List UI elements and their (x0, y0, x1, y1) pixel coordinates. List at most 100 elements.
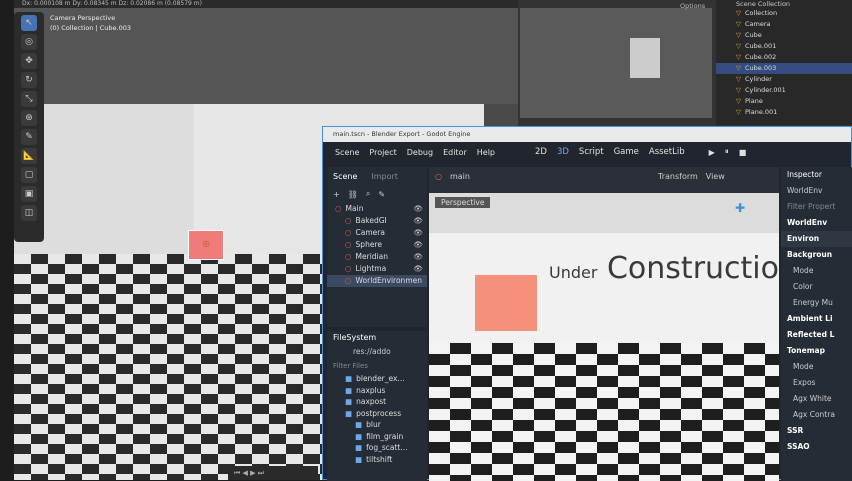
godot-viewport[interactable]: ○ main Transform View Under Construction… (429, 167, 779, 481)
stop-icon[interactable]: ■ (739, 148, 747, 157)
search-icon[interactable]: ⌕ (366, 189, 370, 199)
inspector-resource[interactable]: WorldEnv (781, 215, 852, 231)
menu-project[interactable]: Project (369, 148, 396, 157)
filesystem-item[interactable]: ■ postprocess (327, 408, 427, 420)
options-menu[interactable]: Options (680, 2, 705, 10)
inspector-property[interactable]: Backgroun (781, 247, 852, 263)
filesystem-item-label: blur (366, 420, 381, 429)
extrude-tool-icon[interactable]: ▣ (21, 186, 37, 202)
inspector-property[interactable]: Reflected L (781, 327, 852, 343)
workspace-3d[interactable]: 3D (557, 147, 569, 157)
move-tool-icon[interactable]: ✥ (21, 53, 37, 69)
inspector-property[interactable]: Ambient Li (781, 311, 852, 327)
annotate-tool-icon[interactable]: ✎ (21, 129, 37, 145)
outliner-item[interactable]: ▽ Collection (716, 8, 852, 19)
visibility-icon[interactable]: 👁 (413, 215, 427, 227)
path-field[interactable]: res://addo (327, 345, 427, 359)
visibility-icon[interactable]: 👁 (413, 263, 427, 275)
workspace-script[interactable]: Script (579, 147, 604, 157)
scene-tree-item[interactable]: ○ Lightma 👁 (327, 263, 427, 275)
inspector-property[interactable]: SSR (781, 423, 852, 439)
outliner-item[interactable]: ▽ Cube.002 (716, 52, 852, 63)
scene-tree-item[interactable]: ○ BakedGI 👁 (327, 215, 427, 227)
timeline-controls[interactable]: ⏮ ◀ ▶ ⏭ (228, 466, 318, 480)
link-icon[interactable]: ⛓ (348, 190, 358, 199)
inspector-property[interactable]: Tonemap (781, 343, 852, 359)
inspector-property[interactable]: Energy Mu (781, 295, 852, 311)
mini-wall (630, 38, 660, 78)
inspector-node: WorldEnv (787, 186, 823, 195)
outliner-item[interactable]: ▽ Cube.003 (716, 63, 852, 74)
menu-debug[interactable]: Debug (407, 148, 433, 157)
filesystem-item[interactable]: ■ film_grain (327, 431, 427, 443)
filesystem-item[interactable]: ■ tiltshift (327, 454, 427, 466)
play-icon[interactable]: ▶ (709, 148, 715, 157)
inspector-property[interactable]: SSAO (781, 439, 852, 455)
scene-tree-item[interactable]: ○ Camera 👁 (327, 227, 427, 239)
filesystem-item[interactable]: ■ blender_ex... (327, 373, 427, 385)
tab-import[interactable]: Import (371, 172, 398, 181)
menu-editor[interactable]: Editor (443, 148, 467, 157)
menu-scene[interactable]: Scene (335, 148, 359, 157)
filesystem-item[interactable]: ■ blur (327, 419, 427, 431)
filesystem-item[interactable]: ■ fog_scatt... (327, 442, 427, 454)
perspective-label[interactable]: Perspective (435, 197, 491, 208)
inspector-title[interactable]: Inspector (781, 167, 852, 183)
scene-tree-item[interactable]: ○ Main 👁 (327, 203, 427, 215)
axis-gizmo-icon[interactable]: ✚ (735, 201, 745, 215)
node-icon: ○ (345, 240, 352, 249)
inspector-filter[interactable]: Filter Propert (781, 199, 852, 215)
filesystem-item[interactable]: ■ naxplus (327, 385, 427, 397)
inspector-property[interactable]: Agx White (781, 391, 852, 407)
visibility-icon[interactable]: 👁 (413, 251, 427, 263)
outliner-item[interactable]: ▽ Cylinder.001 (716, 85, 852, 96)
visibility-icon[interactable]: 👁 (413, 203, 427, 215)
inset-tool-icon[interactable]: ◫ (21, 205, 37, 221)
add-node-icon[interactable]: + (333, 190, 340, 199)
tab-main[interactable]: main (450, 172, 470, 181)
godot-scene-render[interactable]: Under Construction Perspective ✚ (429, 193, 779, 481)
outliner-item[interactable]: ▽ Plane (716, 96, 852, 107)
under-construction-text: Under Construction (549, 251, 779, 286)
tab-scene[interactable]: Scene (333, 172, 357, 181)
add-cube-tool-icon[interactable]: ▢ (21, 167, 37, 183)
scene-tree-item[interactable]: ○ WorldEnvironmen (327, 275, 427, 287)
workspace-assetlib[interactable]: AssetLib (649, 147, 685, 157)
filesystem-item-label: postprocess (356, 408, 402, 418)
inspector-property[interactable]: Expos (781, 375, 852, 391)
outliner-item[interactable]: ▽ Camera (716, 19, 852, 30)
view-menu[interactable]: View (706, 172, 725, 181)
transform-menu[interactable]: Transform (658, 172, 698, 181)
selected-cube[interactable]: ⊕ (188, 230, 224, 260)
scale-tool-icon[interactable]: ⤡ (21, 91, 37, 107)
inspector-property[interactable]: Environ (781, 231, 852, 247)
folder-icon: ■ (345, 397, 353, 406)
inspector-property[interactable]: Agx Contra (781, 407, 852, 423)
cursor-tool-icon[interactable]: ◎ (21, 34, 37, 50)
outliner-item[interactable]: ▽ Cube (716, 30, 852, 41)
inspector-property[interactable]: Color (781, 279, 852, 295)
pause-icon[interactable]: ⏸ (725, 147, 729, 157)
scene-tree-item[interactable]: ○ Meridian 👁 (327, 251, 427, 263)
visibility-icon[interactable]: 👁 (413, 239, 427, 251)
outliner-item[interactable]: ▽ Cylinder (716, 74, 852, 85)
rotate-tool-icon[interactable]: ↻ (21, 72, 37, 88)
outliner-item[interactable]: ▽ Plane.001 (716, 107, 852, 118)
inspector-property[interactable]: Mode (781, 359, 852, 375)
origin-icon: ⊕ (202, 239, 211, 250)
folder-icon: ■ (345, 385, 353, 395)
inspector-property[interactable]: Mode (781, 263, 852, 279)
filesystem-item[interactable]: ■ naxpost (327, 396, 427, 408)
outliner-item[interactable]: ▽ Cube.001 (716, 41, 852, 52)
measure-tool-icon[interactable]: 📐 (21, 148, 37, 164)
scene-tree-item[interactable]: ○ Sphere 👁 (327, 239, 427, 251)
transform-tool-icon[interactable]: ⊛ (21, 110, 37, 126)
visibility-icon[interactable]: 👁 (413, 227, 427, 239)
menu-help[interactable]: Help (477, 148, 495, 157)
mini-viewport[interactable]: Options (520, 2, 712, 118)
script-icon[interactable]: ✎ (378, 190, 385, 199)
workspace-2d[interactable]: 2D (535, 147, 547, 157)
filter-files-input[interactable]: Filter Files (327, 359, 427, 373)
select-tool-icon[interactable]: ↖ (21, 15, 37, 31)
workspace-game[interactable]: Game (614, 147, 639, 157)
